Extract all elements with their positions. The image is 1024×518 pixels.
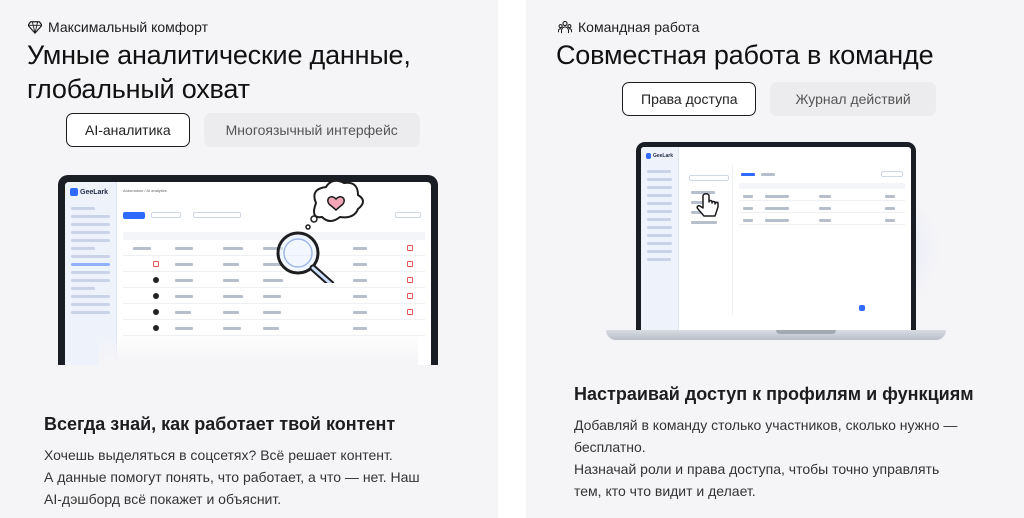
tab-ai-analytics[interactable]: AI-аналитика — [66, 113, 190, 147]
magnifier-heart-illustration — [276, 179, 364, 283]
feature-card-analytics: Максимальный комфорт Умные аналитические… — [0, 0, 498, 518]
description-line: Добавляй в команду столько участников, с… — [574, 417, 958, 433]
logo-text: GeeLark — [80, 188, 109, 196]
app-logo: GeeLark — [641, 147, 678, 165]
search-input[interactable] — [193, 212, 241, 218]
pointer-hand-icon — [696, 193, 719, 217]
export-button[interactable] — [395, 212, 421, 218]
description-line: тем, кто что видит и делает. — [574, 483, 756, 499]
feature-description: Хочешь выделяться в соцсетях? Всё решает… — [44, 444, 420, 510]
eyebrow-label: Максимальный комфорт — [48, 19, 208, 35]
diamond-icon — [28, 21, 42, 34]
logo-icon — [646, 153, 651, 159]
app-screen: GeeLark — [641, 147, 911, 330]
description-line: Хочешь выделяться в соцсетях? Всё решает… — [44, 447, 393, 463]
feature-subheading: Всегда знай, как работает твой контент — [44, 414, 396, 434]
app-logo: GeeLark — [65, 182, 116, 202]
headline-line-1: Умные аналитические данные, — [27, 40, 411, 70]
permissions-screenshot: GeeLark — [606, 142, 946, 340]
tab-group: AI-аналитика Многоязычный интерфейс — [66, 113, 420, 147]
tab-access-rights[interactable]: Права доступа — [622, 82, 757, 116]
eyebrow-label: Командная работа — [578, 19, 700, 35]
description-line: бесплатно. — [574, 439, 646, 455]
tab-activity-log[interactable]: Журнал действий — [770, 82, 936, 116]
pagination-current[interactable] — [859, 305, 865, 311]
analytics-screenshot: GeeLark Automation / AI analytics — [58, 175, 438, 373]
table-row — [739, 215, 905, 225]
app-sidebar: GeeLark — [641, 147, 679, 330]
tab-group: Права доступа Журнал действий — [622, 82, 936, 116]
team-icon — [558, 20, 572, 34]
filter-select[interactable] — [151, 212, 181, 218]
add-button[interactable] — [123, 212, 145, 219]
headline-line-2: глобальный охват — [27, 74, 250, 104]
description-line: А данные помогут понять, что работает, а… — [44, 469, 420, 485]
add-member-button[interactable] — [881, 171, 903, 177]
breadcrumb: Automation / AI analytics — [123, 188, 167, 193]
tab-multilingual-interface[interactable]: Многоязычный интерфейс — [203, 113, 420, 147]
table-row — [739, 191, 905, 201]
feature-subheading: Настраивай доступ к профилям и функциям — [574, 384, 974, 404]
card-headline: Умные аналитические данные, глобальный о… — [27, 38, 411, 106]
eyebrow: Максимальный комфорт — [28, 19, 208, 35]
members-table — [739, 165, 905, 315]
role-list-panel — [685, 165, 733, 315]
card-headline: Совместная работа в команде — [556, 40, 934, 70]
table-row — [739, 203, 905, 213]
table-row — [123, 306, 425, 320]
page: Максимальный комфорт Умные аналитические… — [0, 0, 1024, 518]
description-line: Назначай роли и права доступа, чтобы точ… — [574, 461, 940, 477]
role-search-input[interactable] — [689, 175, 729, 181]
table-row — [123, 290, 425, 304]
feature-card-teamwork: Командная работа Совместная работа в ком… — [526, 0, 1024, 518]
feature-description: Добавляй в команду столько участников, с… — [574, 414, 957, 502]
logo-text: GeeLark — [652, 153, 673, 159]
eyebrow: Командная работа — [558, 19, 699, 35]
logo-icon — [70, 188, 78, 196]
description-line: AI-дэшборд всё покажет и объяснит. — [44, 491, 282, 507]
